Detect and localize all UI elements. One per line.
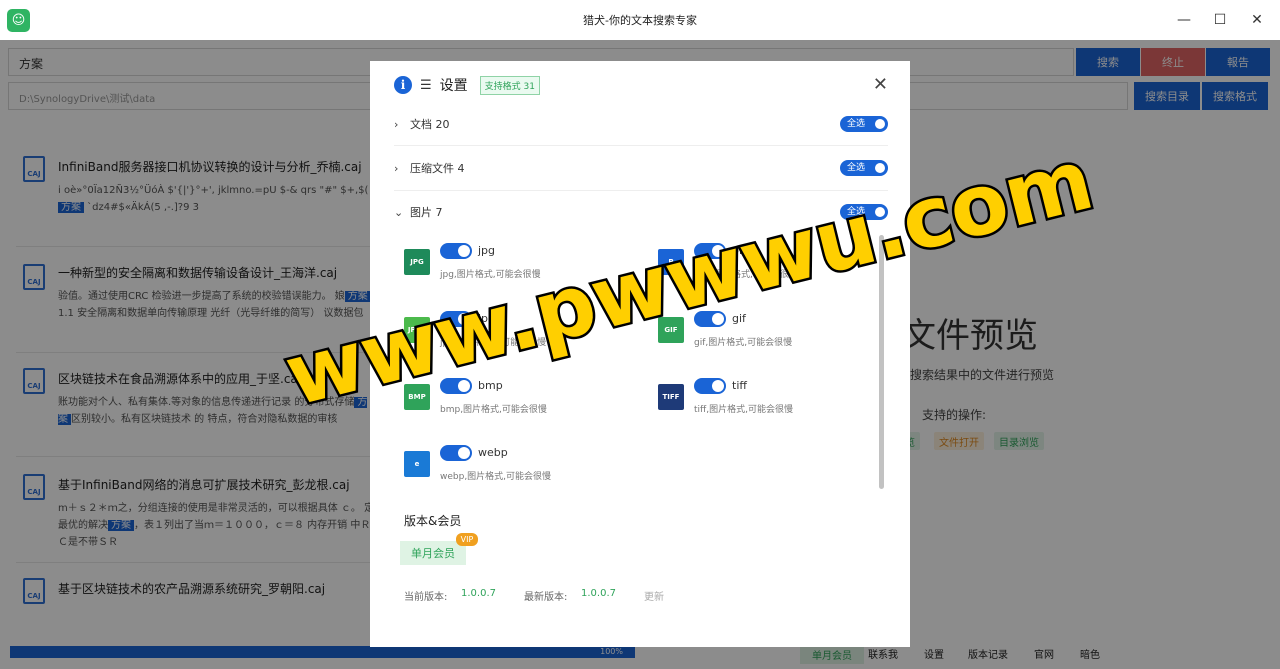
select-all-toggle[interactable]: 全选 — [840, 160, 888, 176]
select-all-toggle[interactable]: 全选 — [840, 116, 888, 132]
chevron-right-icon: › — [394, 117, 399, 131]
modal-header: i ☰ 设置 支持格式 31 — [394, 75, 540, 95]
format-toggle[interactable] — [440, 243, 472, 259]
list-icon: ☰ — [420, 77, 432, 93]
format-item-tiff: TIFF tiff tiff,图片格式,可能会很慢 — [658, 378, 878, 428]
vip-plan-chip[interactable]: 单月会员 — [400, 541, 466, 565]
jpg-file-icon: JPG — [404, 249, 430, 275]
format-name: webp — [478, 446, 508, 459]
divider — [394, 190, 888, 191]
category-documents[interactable]: › 文档 20 全选 — [394, 114, 888, 134]
update-button[interactable]: 更新 — [644, 588, 664, 603]
category-label: 压缩文件 4 — [410, 162, 465, 175]
latest-version-label: 最新版本: — [524, 592, 568, 603]
tiff-file-icon: TIFF — [658, 384, 684, 410]
chevron-down-icon: ⌄ — [394, 205, 404, 219]
format-desc: webp,图片格式,可能会很慢 — [440, 472, 552, 482]
chevron-right-icon: › — [394, 161, 399, 175]
info-icon: i — [394, 76, 412, 94]
close-icon[interactable]: ✕ — [873, 75, 888, 95]
category-label: 文档 20 — [410, 118, 450, 131]
format-toggle[interactable] — [694, 378, 726, 394]
format-name: bmp — [478, 379, 503, 392]
format-name: jpg — [478, 244, 496, 257]
close-window-button[interactable]: ✕ — [1245, 8, 1269, 32]
maximize-button[interactable]: ☐ — [1208, 8, 1232, 32]
category-archives[interactable]: › 压缩文件 4 全选 — [394, 158, 888, 178]
divider — [394, 145, 888, 146]
format-desc: bmp,图片格式,可能会很慢 — [440, 405, 547, 415]
webp-file-icon: e — [404, 451, 430, 477]
title-bar: ☺ 猎犬-你的文本搜索专家 — ☐ ✕ — [0, 0, 1280, 40]
minimize-button[interactable]: — — [1172, 8, 1196, 32]
window-title: 猎犬-你的文本搜索专家 — [583, 14, 697, 27]
format-desc: tiff,图片格式,可能会很慢 — [694, 405, 793, 415]
version-section-label: 版本&会员 — [404, 514, 462, 528]
current-version-value: 1.0.0.7 — [461, 588, 496, 599]
format-toggle[interactable] — [440, 445, 472, 461]
latest-version-value: 1.0.0.7 — [581, 588, 616, 599]
modal-title: 设置 — [439, 78, 468, 94]
format-desc: gif,图片格式,可能会很慢 — [694, 338, 793, 348]
format-item-webp: e webp webp,图片格式,可能会很慢 — [404, 445, 624, 495]
format-name: tiff — [732, 379, 747, 392]
current-version-label: 当前版本: — [404, 592, 448, 603]
category-label: 图片 7 — [410, 206, 443, 219]
format-count-badge: 支持格式 31 — [479, 75, 540, 95]
vip-badge: VIP — [456, 533, 478, 546]
